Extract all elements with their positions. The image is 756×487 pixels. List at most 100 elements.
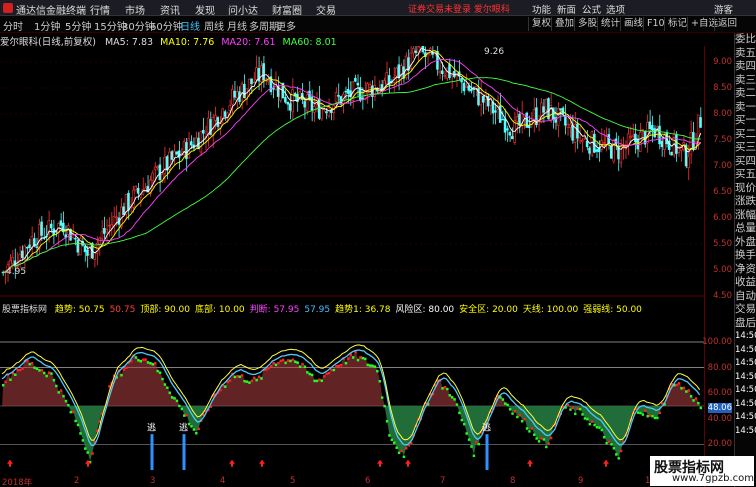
side-panel-item-18[interactable]: 收益 [735,276,756,290]
trend-step [441,387,444,390]
trend-step [549,436,553,440]
side-panel-item-29[interactable]: 14:50 [735,425,756,439]
candle-body [264,78,268,80]
menu-formula[interactable]: 公式 [582,2,601,16]
trend-step [161,377,164,381]
side-panel-item-22[interactable]: 14:50 [735,330,756,344]
side-panel-item-5[interactable]: 卖一 [735,101,756,115]
side-panel-item-13[interactable]: 涨幅 [735,209,756,223]
side-panel-item-4[interactable]: 卖二 [735,87,756,101]
side-panel-item-26[interactable]: 14:50 [735,384,756,398]
trend-step [685,390,688,393]
trend-step [376,369,379,373]
menu-news[interactable]: 资讯 [160,2,180,17]
trend-step [605,441,608,445]
side-panel-item-7[interactable]: 买二 [735,128,756,142]
menu-market[interactable]: 市场 [125,2,145,17]
menu-discover[interactable]: 发现 [195,2,215,17]
side-panel-item-27[interactable]: 14:50 [735,398,756,412]
trend-step [537,440,541,443]
side-panel-item-19[interactable]: 自动 [735,290,756,304]
tab-1min[interactable]: 1分钟 [34,18,60,33]
candle-body [511,136,514,140]
tab-5min[interactable]: 5分钟 [65,18,91,33]
tab-multi-period[interactable]: 多周期 [249,18,279,33]
candle-body [151,172,154,181]
candle-body [105,229,109,233]
trend-step [617,457,620,460]
indicator-value-1: 50.75 [109,305,136,315]
tab-minute[interactable]: 分时 [3,18,23,33]
main-chart-header: 爱尔眼科(日线,前复权) MA5: 7.83 MA10: 7.76 MA20: … [0,34,337,48]
candle-body [153,166,157,170]
side-panel-item-14[interactable]: 总量 [735,222,756,236]
candle-body [554,117,557,123]
side-panel-item-12[interactable]: 涨跌 [735,195,756,209]
candle-body [687,156,690,168]
tab-daily[interactable]: 日线 [180,18,200,33]
candle-body [619,144,623,164]
price-chart[interactable]: 逃 逃 逃 9.26 4.95 [0,46,704,487]
trend-step [313,379,316,383]
candle-body [566,124,570,128]
indicator-header: 股票指标网 趋势: 50.75 50.75 顶部: 90.00 底部: 10.00 判断… [0,302,642,315]
candle-body [416,46,420,53]
menu-fortune[interactable]: 财富圈 [272,2,302,17]
menu-new-page[interactable]: 新面 [557,2,576,16]
side-panel-item-2[interactable]: 卖四 [735,60,756,74]
trend-step [228,379,232,382]
side-panel-item-3[interactable]: 卖三 [735,74,756,88]
side-panel-item-16[interactable]: 换手 [735,249,756,263]
candle-body [240,83,244,101]
side-panel-item-28[interactable]: 14:50 [735,411,756,425]
trend-step [511,412,514,415]
candle-body [267,80,270,83]
menu-ask[interactable]: 问小达 [228,2,258,17]
side-panel-item-0[interactable]: 委比 [735,33,756,47]
tab-weekly[interactable]: 周线 [204,18,224,33]
menu-function[interactable]: 功能 [532,2,551,16]
trend-step [260,377,263,380]
menu-trade[interactable]: 交易 [316,2,336,17]
candle-body [479,92,483,106]
indicator-name: 股票指标网 [2,305,48,315]
trend-step [644,409,647,413]
side-panel-item-10[interactable]: 买五 [735,168,756,182]
trend-step [359,356,362,359]
menu-hangqing[interactable]: 行情 [90,2,110,17]
trade-notice[interactable]: 证券交易未登录 爱尔眼科 [408,2,510,15]
side-panel-item-23[interactable]: 14:50 [735,344,756,358]
tab-monthly[interactable]: 月线 [227,18,247,33]
price-tick-9: 4.50 [713,291,732,301]
menu-options[interactable]: 选项 [606,2,625,16]
candle-body [173,150,176,158]
side-panel-item-17[interactable]: 净资 [735,263,756,277]
trend-step [296,361,299,364]
trend-step [368,364,372,367]
side-panel-item-21[interactable]: 盘后 [735,317,756,331]
side-panel-item-24[interactable]: 14:50 [735,357,756,371]
side-panel-item-20[interactable]: 交易 [735,303,756,317]
tool-back[interactable]: 返回 [714,17,740,31]
side-panel-item-6[interactable]: 买一 [735,114,756,128]
tab-60min[interactable]: 60分钟 [150,18,183,33]
date-tick-2: 3 [150,476,156,486]
indicator-value-2: 顶部: 90.00 [140,305,190,315]
side-panel-item-15[interactable]: 外盘 [735,236,756,250]
trend-step [134,356,138,359]
candle-body [696,114,700,140]
side-panel-item-1[interactable]: 卖五 [735,47,756,61]
candle-body [28,244,31,249]
trend-step [253,376,256,380]
side-panel-item-11[interactable]: 现价 [735,182,756,196]
user-guest[interactable]: 游客 [714,2,733,16]
trend-step [530,427,534,430]
side-panel-item-25[interactable]: 14:50 [735,371,756,385]
tab-more[interactable]: 更多 [276,18,296,33]
trend-step [4,380,7,384]
trend-step [282,358,285,362]
date-tick-0: 2018年 [2,478,33,487]
side-panel-item-8[interactable]: 买三 [735,141,756,155]
trend-step [291,358,295,362]
side-panel-item-9[interactable]: 买四 [735,155,756,169]
